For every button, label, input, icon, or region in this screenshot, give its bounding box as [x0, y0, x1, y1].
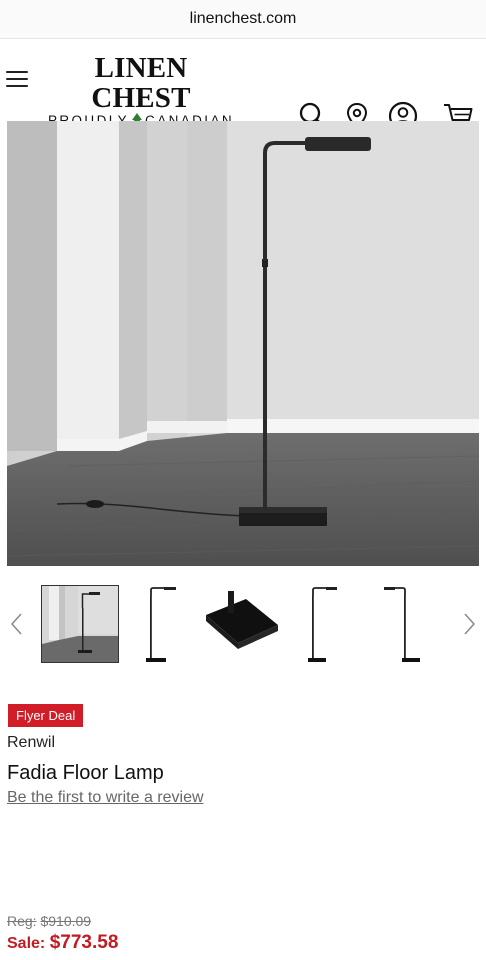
write-review-link[interactable]: Be the first to write a review [7, 789, 204, 807]
product-main-image[interactable] [7, 121, 479, 566]
chevron-left-icon[interactable] [9, 611, 25, 637]
thumbnail-1[interactable] [41, 585, 119, 663]
browser-url-bar[interactable]: linenchest.com [0, 0, 486, 39]
logo-wordmark: LINEN CHEST [91, 52, 191, 114]
thumbnail-2[interactable] [120, 585, 198, 663]
product-brand[interactable]: Renwil [7, 734, 55, 752]
regular-price-label: Reg: [7, 913, 37, 929]
regular-price: Reg: $910.09 [7, 913, 91, 929]
product-title: Fadia Floor Lamp [7, 762, 164, 784]
regular-price-value: $910.09 [40, 913, 92, 929]
sale-price: Sale: $773.58 [7, 932, 118, 954]
thumbnail-4[interactable] [285, 585, 363, 663]
menu-icon[interactable] [6, 71, 28, 87]
thumbnail-3[interactable] [202, 585, 280, 663]
sale-price-label: Sale: [7, 935, 46, 952]
site-header: LINEN CHEST PROUDLY CANADIAN [0, 39, 486, 131]
thumbnail-5[interactable] [364, 585, 442, 663]
thumbnail-carousel [0, 583, 486, 667]
sale-price-value: $773.58 [49, 932, 119, 953]
url-text: linenchest.com [189, 10, 297, 27]
chevron-right-icon[interactable] [461, 611, 477, 637]
flyer-deal-badge: Flyer Deal [8, 704, 84, 727]
site-logo[interactable]: LINEN CHEST PROUDLY CANADIAN [47, 53, 235, 128]
